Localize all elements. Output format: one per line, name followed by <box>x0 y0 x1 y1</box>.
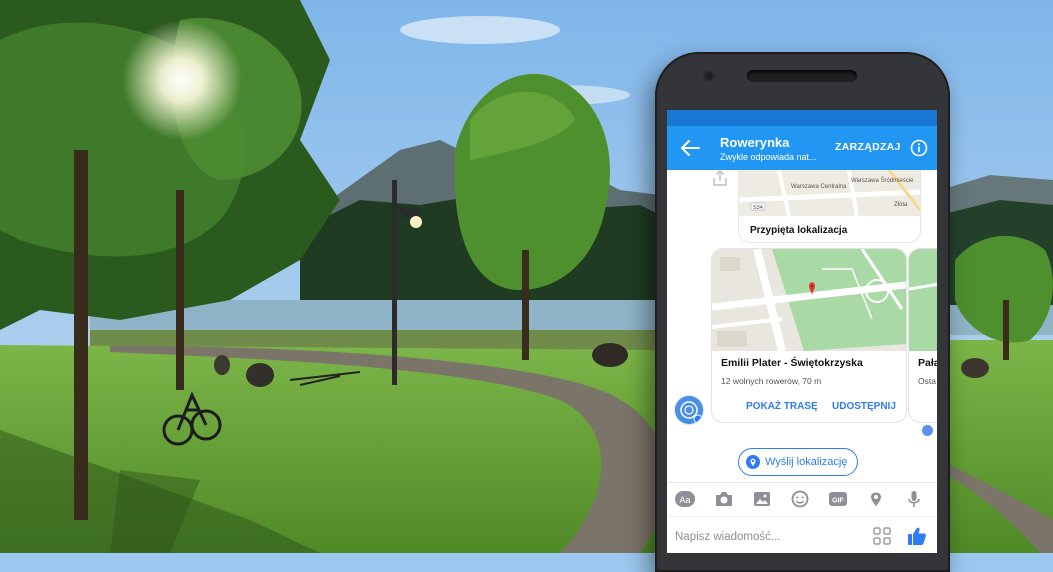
camera-icon[interactable] <box>714 490 734 508</box>
chat-header: Rowerynka Zwykle odpowiada nat... ZARZĄD… <box>667 126 937 170</box>
gif-icon-label: GIF <box>832 498 844 505</box>
composer-toolbar: Aa GIF <box>667 482 937 516</box>
next-station-card[interactable]: Pała Osta <box>908 248 937 423</box>
pinned-map-label-s34: S34 <box>753 205 763 211</box>
next-station-map <box>909 249 937 351</box>
pinned-location-map: S34 Warszawa Centralna Warszawa Śródmieś… <box>739 170 920 216</box>
message-thread: S34 Warszawa Centralna Warszawa Śródmieś… <box>667 170 937 482</box>
speaker-grille <box>747 70 857 82</box>
info-icon[interactable] <box>910 139 928 157</box>
thumbs-up-icon[interactable] <box>907 526 927 546</box>
share-icon[interactable] <box>711 170 729 188</box>
next-station-info: Osta <box>918 376 936 386</box>
pinned-map-label-warszawa-srodmiescie: Warszawa Śródmieście <box>851 176 914 184</box>
chat-subtitle: Zwykle odpowiada nat... <box>720 152 817 162</box>
station-name: Emilii Plater - Świętokrzyska <box>721 357 863 369</box>
send-location-button[interactable]: Wyślij lokalizację <box>738 448 859 476</box>
qr-code-icon[interactable] <box>873 527 891 545</box>
pinned-map-label-zlota: Złota <box>894 202 908 208</box>
manage-button[interactable]: ZARZĄDZAJ <box>835 141 901 153</box>
message-composer <box>667 516 937 553</box>
bot-avatar <box>675 396 703 424</box>
status-bar <box>667 110 937 126</box>
read-receipt-avatar <box>922 425 933 436</box>
image-icon[interactable] <box>752 490 772 508</box>
share-location-button[interactable]: UDOSTĘPNIJ <box>832 401 896 412</box>
location-icon[interactable] <box>866 490 886 508</box>
station-map <box>712 249 906 351</box>
pinned-location-card[interactable]: S34 Warszawa Centralna Warszawa Śródmieś… <box>738 170 921 243</box>
messenger-screen: Rowerynka Zwykle odpowiada nat... ZARZĄD… <box>667 110 937 553</box>
location-pin-icon <box>746 455 760 469</box>
station-actions: POKAŻ TRASĘ UDOSTĘPNIJ <box>712 397 906 421</box>
emoji-icon[interactable] <box>790 490 810 508</box>
send-location-label: Wyślij lokalizację <box>765 456 848 468</box>
pinned-location-label: Przypięta lokalizacja <box>750 225 848 236</box>
pinned-map-label-warszawa-centralna: Warszawa Centralna <box>791 184 847 190</box>
back-arrow-icon[interactable] <box>679 138 701 158</box>
text-icon[interactable]: Aa <box>675 490 695 508</box>
gif-icon[interactable]: GIF <box>828 490 848 508</box>
front-camera <box>705 72 713 80</box>
station-info: 12 wolnych rowerów, 70 m <box>721 376 822 386</box>
show-route-button[interactable]: POKAŻ TRASĘ <box>746 401 818 412</box>
chat-title: Rowerynka <box>720 135 790 150</box>
message-input[interactable] <box>673 524 857 550</box>
microphone-icon[interactable] <box>904 490 924 508</box>
next-station-name: Pała <box>918 357 937 369</box>
text-icon-label: Aa <box>679 495 690 505</box>
station-location-card[interactable]: Emilii Plater - Świętokrzyska 12 wolnych… <box>711 248 907 423</box>
